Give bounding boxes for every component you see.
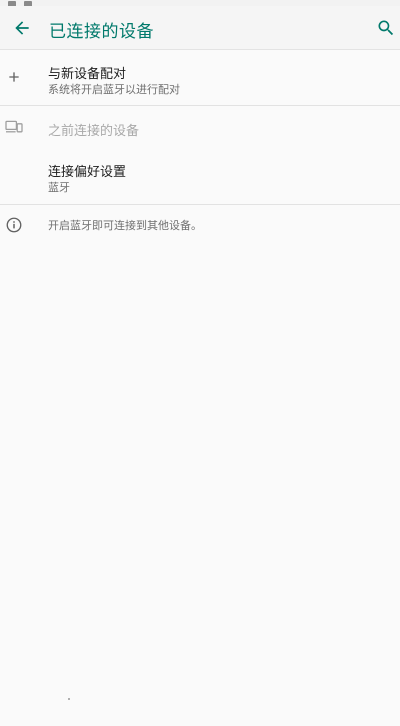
pair-new-device-subtitle: 系统将开启蓝牙以进行配对 bbox=[48, 83, 180, 96]
info-text: 开启蓝牙即可连接到其他设备。 bbox=[48, 219, 202, 232]
back-button[interactable] bbox=[2, 8, 42, 48]
screen-artifact bbox=[68, 698, 70, 700]
search-icon bbox=[378, 20, 394, 36]
info-icon bbox=[4, 215, 24, 235]
pair-new-device-item[interactable]: 与新设备配对 系统将开启蓝牙以进行配对 bbox=[0, 50, 400, 105]
pair-new-device-title: 与新设备配对 bbox=[48, 67, 127, 82]
search-button[interactable] bbox=[376, 8, 400, 48]
app-bar: 已连接的设备 bbox=[0, 6, 400, 50]
previous-devices-title: 之前连接的设备 bbox=[48, 124, 140, 139]
connection-preferences-title: 连接偏好设置 bbox=[48, 165, 127, 180]
info-footer: 开启蓝牙即可连接到其他设备。 bbox=[0, 205, 400, 245]
arrow-back-icon bbox=[15, 21, 29, 35]
devices-icon bbox=[4, 117, 24, 137]
previous-devices-item[interactable]: 之前连接的设备 bbox=[0, 106, 400, 148]
connection-preferences-item[interactable]: 连接偏好设置 蓝牙 bbox=[0, 150, 400, 203]
connection-preferences-subtitle: 蓝牙 bbox=[48, 181, 70, 194]
status-icons bbox=[8, 0, 35, 9]
page-title: 已连接的设备 bbox=[49, 22, 154, 42]
plus-icon bbox=[4, 67, 24, 87]
